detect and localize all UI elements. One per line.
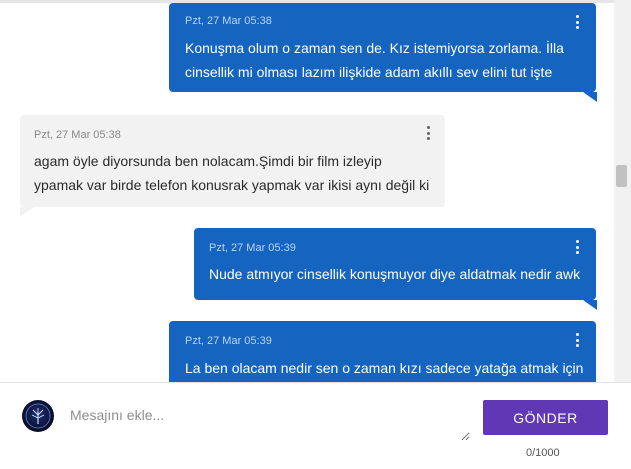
scrollbar-track[interactable]: [614, 0, 631, 382]
message-bubble-received: Pzt, 27 Mar 05:38 agam öyle diyorsunda b…: [20, 115, 445, 217]
message-text: La ben olacam nedir sen o zaman kızı sad…: [185, 356, 583, 380]
message-bubble-sent: Pzt, 27 Mar 05:39 Nude atmıyor cinsellik…: [194, 228, 597, 310]
bubble-tail: [583, 300, 597, 310]
message-text: Nude atmıyor cinsellik konuşmuyor diye a…: [209, 262, 580, 286]
message-line: Konuşma olum o zaman sen de. Kız istemiy…: [185, 40, 564, 56]
chat-message-list[interactable]: Pzt, 27 Mar 05:38 Konuşma olum o zaman s…: [0, 0, 614, 382]
message-input[interactable]: [62, 397, 470, 441]
message-line: agam öyle diyorsunda ben nolacam.Şimdi b…: [34, 153, 382, 169]
more-vertical-icon[interactable]: [576, 333, 580, 349]
message-timestamp: Pzt, 27 Mar 05:39: [209, 242, 296, 254]
scrollbar-thumb[interactable]: [616, 165, 627, 187]
message-text: agam öyle diyorsunda ben nolacam.Şimdi b…: [34, 149, 429, 197]
tree-icon: [25, 403, 51, 429]
send-button[interactable]: GÖNDER: [483, 400, 608, 435]
message-bubble-sent: Pzt, 27 Mar 05:38 Konuşma olum o zaman s…: [169, 3, 597, 102]
message-line: La ben olacam nedir sen o zaman kızı sad…: [185, 360, 584, 376]
more-vertical-icon[interactable]: [427, 126, 431, 142]
message-line: cinsellik mi olması lazım ilişkide adam …: [185, 64, 553, 80]
bubble-tail: [583, 92, 597, 102]
message-timestamp: Pzt, 27 Mar 05:38: [34, 129, 121, 141]
message-timestamp: Pzt, 27 Mar 05:39: [185, 335, 272, 347]
message-timestamp: Pzt, 27 Mar 05:38: [185, 15, 272, 27]
message-text: Konuşma olum o zaman sen de. Kız istemiy…: [185, 36, 564, 84]
avatar[interactable]: [22, 400, 54, 432]
message-line: Nude atmıyor cinsellik konuşmuyor diye a…: [209, 266, 581, 282]
message-bubble-sent: Pzt, 27 Mar 05:39 La ben olacam nedir se…: [169, 321, 596, 382]
message-composer: GÖNDER 0/1000: [0, 382, 631, 469]
char-counter: 0/1000: [526, 447, 560, 459]
more-vertical-icon[interactable]: [576, 240, 580, 256]
more-vertical-icon[interactable]: [576, 15, 580, 31]
bubble-tail: [20, 207, 34, 217]
message-line: ypamak var birde telefon konusrak yapmak…: [34, 177, 430, 193]
